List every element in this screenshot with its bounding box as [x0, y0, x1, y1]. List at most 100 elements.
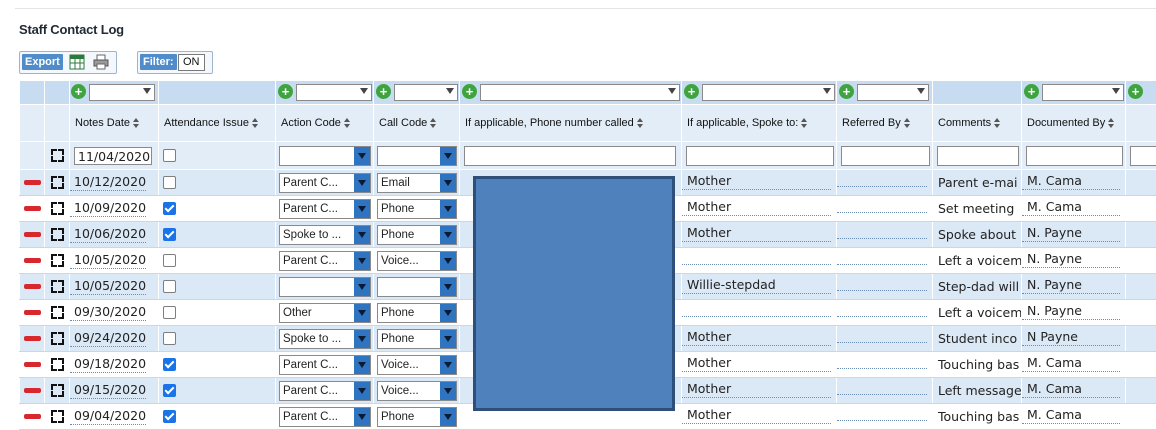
expand-icon[interactable] [51, 332, 64, 345]
comments-value[interactable]: Touching bas [933, 409, 1021, 424]
expand-icon[interactable] [51, 384, 64, 397]
attendance-checkbox[interactable] [163, 280, 176, 293]
spoke-to-value[interactable]: Willie-stepdad [682, 276, 831, 294]
expand-icon[interactable] [51, 410, 64, 423]
export-button[interactable]: Export [22, 54, 63, 70]
delete-row-icon[interactable] [24, 388, 41, 393]
new-comments-input[interactable] [937, 146, 1019, 166]
spoke-to-value[interactable] [682, 316, 831, 317]
comments-value[interactable]: Left a voicem [933, 305, 1021, 320]
chevron-down-icon[interactable] [354, 408, 370, 426]
delete-row-icon[interactable] [24, 362, 41, 367]
comments-value[interactable]: Parent e-mai [933, 175, 1021, 190]
chevron-down-icon[interactable] [440, 304, 456, 322]
expand-icon[interactable] [51, 228, 64, 241]
action-code-select[interactable]: Parent C... [279, 173, 371, 193]
sort-icon[interactable] [430, 118, 437, 128]
call-code-select[interactable]: Email [377, 173, 457, 193]
expand-icon[interactable] [51, 202, 64, 215]
sort-icon[interactable] [1108, 118, 1115, 128]
notes-date[interactable]: 10/05/2020 [70, 278, 146, 295]
add-filter-icon[interactable]: + [376, 84, 391, 99]
expand-icon[interactable] [51, 358, 64, 371]
chevron-down-icon[interactable] [354, 304, 370, 322]
chevron-down-icon[interactable] [440, 330, 456, 348]
action-code-select[interactable]: Parent C... [279, 199, 371, 219]
delete-row-icon[interactable] [24, 336, 41, 341]
spoke-to-value[interactable]: Mother [682, 224, 831, 242]
header-spoke-to[interactable]: If applicable, Spoke to: [682, 105, 837, 142]
attendance-checkbox[interactable] [163, 254, 176, 267]
sort-icon[interactable] [994, 118, 1001, 128]
documented-by-value[interactable]: N. Payne [1022, 302, 1120, 320]
attendance-checkbox[interactable] [163, 410, 176, 423]
chevron-down-icon[interactable] [440, 226, 456, 244]
add-filter-icon[interactable]: + [462, 84, 477, 99]
call-code-select[interactable] [377, 277, 457, 297]
action-code-select[interactable]: Parent C... [279, 381, 371, 401]
referred-by-value[interactable] [837, 316, 927, 317]
header-call-code[interactable]: Call Code [374, 105, 460, 142]
chevron-down-icon[interactable] [440, 382, 456, 400]
filter-toggle[interactable]: ON [178, 54, 205, 71]
attendance-checkbox[interactable] [163, 358, 176, 371]
call-code-select[interactable]: Voice... [377, 381, 457, 401]
add-filter-icon[interactable]: + [1128, 84, 1143, 99]
referred-by-value[interactable] [837, 212, 927, 213]
referred-by-value[interactable] [837, 420, 927, 421]
documented-by-value[interactable]: M. Cama [1022, 198, 1120, 216]
new-phone-number-input[interactable] [464, 146, 676, 166]
referred-by-value[interactable] [837, 186, 927, 187]
comments-value[interactable]: Left a voicem [933, 253, 1021, 268]
header-action-code[interactable]: Action Code [276, 105, 374, 142]
new-next-input[interactable] [1130, 146, 1156, 166]
call-code-select[interactable]: Phone [377, 329, 457, 349]
header-comments[interactable]: Comments [933, 105, 1022, 142]
notes-date[interactable]: 09/15/2020 [70, 382, 146, 399]
expand-icon[interactable] [51, 254, 64, 267]
delete-row-icon[interactable] [24, 414, 41, 419]
filter-referred-by[interactable] [857, 84, 929, 101]
chevron-down-icon[interactable] [354, 226, 370, 244]
chevron-down-icon[interactable] [354, 356, 370, 374]
chevron-down-icon[interactable] [354, 174, 370, 192]
action-code-select[interactable]: Spoke to ... [279, 225, 371, 245]
new-action-code-select[interactable] [279, 146, 371, 166]
header-referred-by[interactable]: Referred By [837, 105, 933, 142]
filter-documented-by[interactable] [1042, 84, 1124, 101]
attendance-checkbox[interactable] [163, 332, 176, 345]
sort-icon[interactable] [904, 118, 911, 128]
comments-value[interactable]: Step-dad will [933, 279, 1021, 294]
notes-date[interactable]: 10/12/2020 [70, 174, 146, 191]
comments-value[interactable]: Student inco [933, 331, 1021, 346]
expand-icon[interactable] [51, 306, 64, 319]
notes-date[interactable]: 10/06/2020 [70, 226, 146, 243]
attendance-checkbox[interactable] [163, 202, 176, 215]
action-code-select[interactable]: Spoke to ... [279, 329, 371, 349]
header-documented-by[interactable]: Documented By [1022, 105, 1126, 142]
documented-by-value[interactable]: N. Payne [1022, 224, 1120, 242]
header-notes-date[interactable]: Notes Date [70, 105, 159, 142]
filter-phone-number[interactable] [480, 84, 680, 101]
attendance-checkbox[interactable] [163, 384, 176, 397]
action-code-select[interactable]: Parent C... [279, 251, 371, 271]
spoke-to-value[interactable]: Mother [682, 198, 831, 216]
referred-by-value[interactable] [837, 342, 927, 343]
documented-by-value[interactable]: M. Cama [1022, 406, 1120, 424]
chevron-down-icon[interactable] [440, 356, 456, 374]
expand-icon[interactable] [51, 280, 64, 293]
notes-date[interactable]: 10/05/2020 [70, 252, 146, 269]
expand-icon[interactable] [51, 149, 64, 162]
chevron-down-icon[interactable] [440, 252, 456, 270]
referred-by-value[interactable] [837, 264, 927, 265]
comments-value[interactable]: Left message [933, 383, 1021, 398]
add-filter-icon[interactable]: + [684, 84, 699, 99]
new-attendance-checkbox[interactable] [163, 149, 176, 162]
referred-by-value[interactable] [837, 394, 927, 395]
documented-by-value[interactable]: M. Cama [1022, 380, 1120, 398]
sort-icon[interactable] [344, 118, 351, 128]
documented-by-value[interactable]: M. Cama [1022, 172, 1120, 190]
spoke-to-value[interactable]: Mother [682, 354, 831, 372]
chevron-down-icon[interactable] [354, 278, 370, 296]
referred-by-value[interactable] [837, 290, 927, 291]
